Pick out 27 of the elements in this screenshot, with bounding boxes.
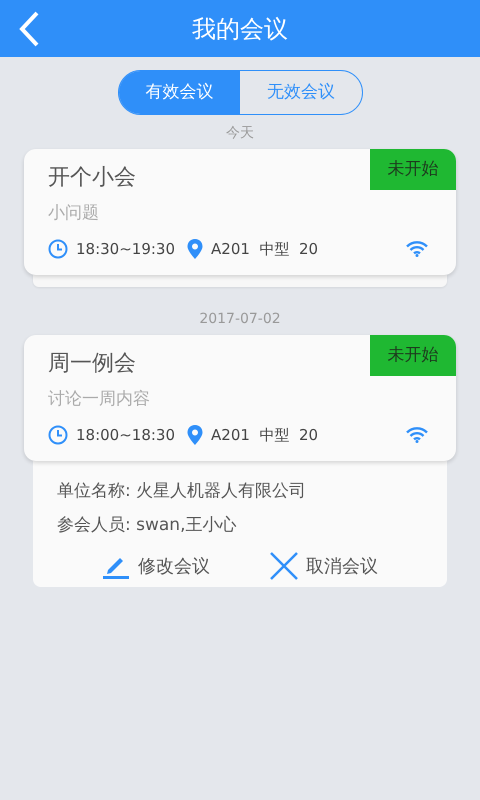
meeting-time: 18:30~19:30 [76, 239, 176, 260]
clock-icon [48, 239, 68, 260]
wifi-icon [406, 241, 428, 258]
location-pin-icon [187, 239, 204, 260]
company-name: 单位名称: 火星人机器人有限公司 [57, 480, 308, 503]
page-title: 我的会议 [192, 14, 288, 44]
close-icon [270, 552, 298, 580]
back-icon [18, 11, 40, 47]
meeting-topic: 讨论一周内容 [48, 388, 150, 411]
meeting-title: 开个小会 [48, 164, 136, 192]
meeting-card[interactable]: 周一例会 未开始 讨论一周内容 18:00~18:30 A201 中型 20 [24, 335, 456, 461]
date-label: 2017-07-02 [199, 310, 281, 329]
clock-icon [48, 425, 68, 446]
attendees: 参会人员: swan,王小心 [57, 514, 238, 537]
edit-meeting-button[interactable]: 修改会议 [102, 549, 210, 583]
meeting-title: 周一例会 [48, 350, 136, 378]
status-badge: 未开始 [370, 149, 456, 190]
meeting-room: A201 中型 20 [211, 239, 318, 260]
cancel-meeting-button[interactable]: 取消会议 [270, 549, 378, 583]
meeting-room: A201 中型 20 [211, 425, 318, 446]
wifi-icon [406, 427, 428, 444]
meeting-topic: 小问题 [48, 202, 99, 225]
date-label: 今天 [226, 124, 254, 143]
location-pin-icon [187, 425, 204, 446]
status-badge: 未开始 [370, 335, 456, 376]
meeting-time: 18:00~18:30 [76, 425, 176, 446]
meeting-card[interactable]: 开个小会 未开始 小问题 18:30~19:30 A201 中型 20 [24, 149, 456, 275]
